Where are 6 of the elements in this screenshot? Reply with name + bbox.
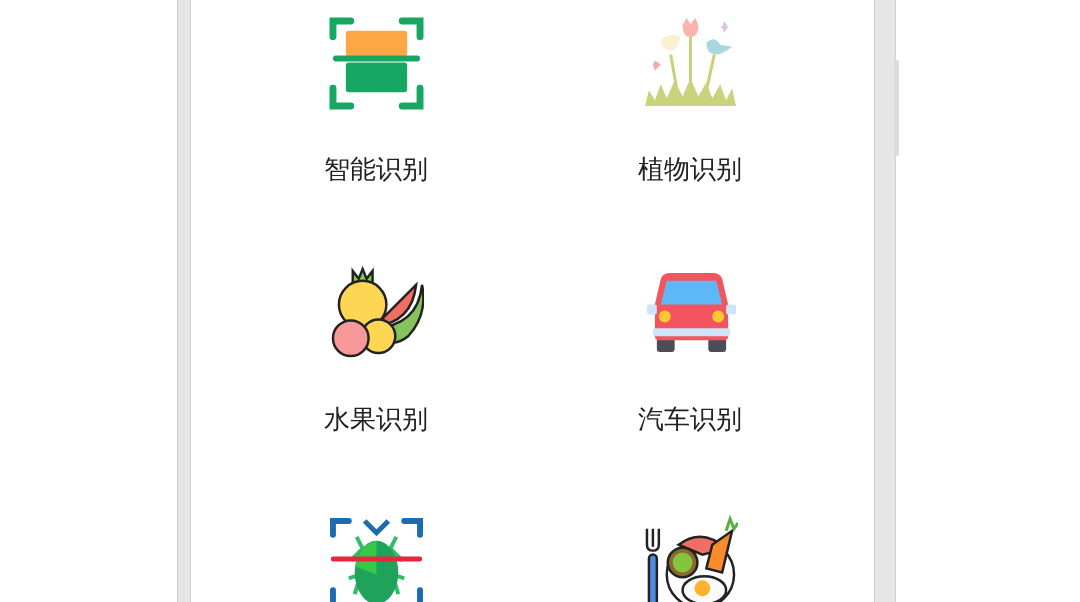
feature-label[interactable]: 植物识别 xyxy=(638,154,742,184)
feature-label[interactable]: 汽车识别 xyxy=(638,404,742,434)
feature-label[interactable]: 水果识别 xyxy=(324,404,428,434)
feature-label[interactable]: 智能识别 xyxy=(324,154,428,184)
scan-icon[interactable] xyxy=(328,15,424,110)
bug-scan-icon[interactable] xyxy=(328,515,424,602)
